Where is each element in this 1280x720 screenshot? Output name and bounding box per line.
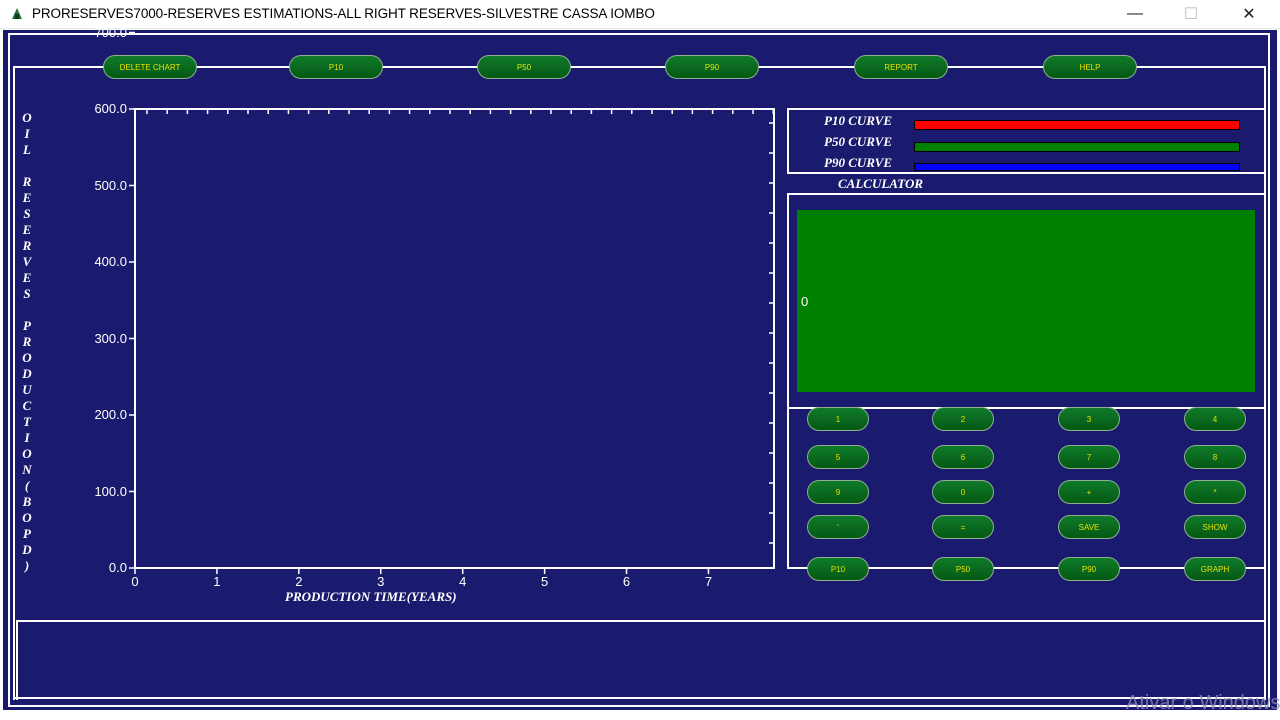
legend-box-top [787, 108, 1264, 110]
calc-key-p10[interactable]: P10 [807, 557, 869, 581]
calc-key-one[interactable]: 1 [807, 407, 869, 431]
y-tick-label: 100.0 [94, 483, 127, 499]
calc-key-nine[interactable]: 9 [807, 480, 869, 504]
x-tick-label: 5 [540, 574, 549, 589]
y-tick-label: 300.0 [94, 330, 127, 346]
x-tick-label: 0 [131, 574, 139, 589]
calc-key-show[interactable]: SHOW [1184, 515, 1246, 539]
legend-swatch-p10 [914, 120, 1240, 130]
calculator-display: 0 [797, 210, 1255, 392]
calc-key-p90[interactable]: P90 [1058, 557, 1120, 581]
chart-x-axis-label: PRODUCTION TIME(YEARS) [285, 589, 457, 604]
windows-activation-watermark: Ativar o Windows [1126, 692, 1280, 714]
legend-box-bottom [787, 172, 1264, 174]
calc-key-five[interactable]: 5 [807, 445, 869, 469]
x-tick-label: 7 [704, 574, 713, 589]
legend-label-p90: P90 CURVE [824, 155, 893, 170]
calc-key-two[interactable]: 2 [932, 407, 994, 431]
calc-key-zero[interactable]: 0 [932, 480, 994, 504]
legend-box-left [787, 108, 789, 174]
legend-swatch-p90 [914, 163, 1240, 171]
calc-key-eight[interactable]: 8 [1184, 445, 1246, 469]
calc-key-three[interactable]: 3 [1058, 407, 1120, 431]
calc-key-plus[interactable]: + [1058, 480, 1120, 504]
y-tick-label: 700.0 [94, 24, 127, 40]
y-tick-label: 500.0 [94, 177, 127, 193]
legend-label-p10: P10 CURVE [824, 113, 893, 128]
calc-key-p50[interactable]: P50 [932, 557, 994, 581]
x-tick-label: 4 [459, 574, 467, 589]
calc-key-four[interactable]: 4 [1184, 407, 1246, 431]
x-tick-label: 2 [295, 574, 303, 589]
calculator-box-left [787, 193, 789, 569]
chart-y-axis-label: O I L R E S E R V E S P R O D U C T I O … [22, 110, 32, 573]
calc-key-equals[interactable]: = [932, 515, 994, 539]
y-tick-label: 0.0 [108, 560, 127, 575]
x-tick-label: 6 [622, 574, 631, 589]
calc-key-seven[interactable]: 7 [1058, 445, 1120, 469]
calc-key-graph[interactable]: GRAPH [1184, 557, 1246, 581]
legend-swatch-p50 [914, 142, 1240, 152]
legend-label-p50: P50 CURVE [824, 134, 893, 149]
calculator-title: CALCULATOR [838, 176, 924, 191]
plot-area-frame [134, 108, 775, 569]
x-tick-label: 1 [213, 574, 221, 589]
calculator-display-value: 0 [801, 294, 809, 309]
y-tick-label: 600.0 [94, 101, 127, 116]
calc-key-apostrophe[interactable]: ' [807, 515, 869, 539]
calculator-box-top [787, 193, 1264, 195]
calc-key-save[interactable]: SAVE [1058, 515, 1120, 539]
y-tick-label: 200.0 [94, 407, 127, 422]
x-tick-label: 3 [377, 574, 385, 589]
y-tick-label: 400.0 [94, 254, 127, 269]
calc-key-six[interactable]: 6 [932, 445, 994, 469]
calc-key-multiply[interactable]: * [1184, 480, 1246, 504]
